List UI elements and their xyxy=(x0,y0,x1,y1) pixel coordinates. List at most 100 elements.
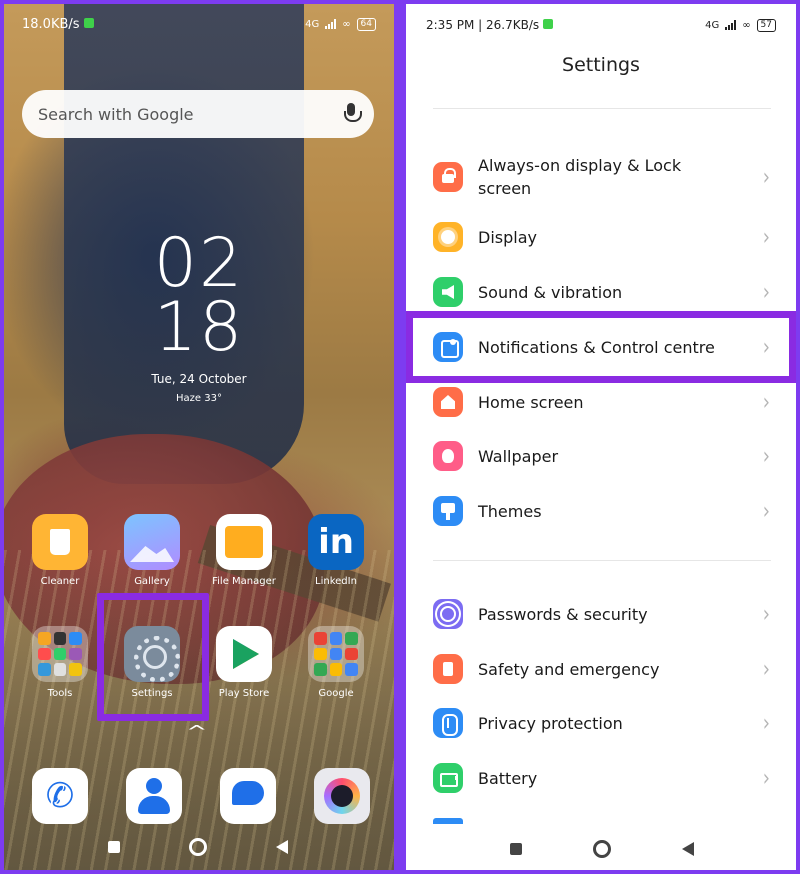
camera-icon[interactable] xyxy=(314,768,370,824)
settings-item-always-on-display[interactable]: Always-on display & Lock screen › xyxy=(406,149,796,205)
home-icon xyxy=(433,387,463,417)
chevron-right-icon: › xyxy=(762,388,770,416)
date-label: Tue, 24 October xyxy=(151,372,247,386)
nav-bar-right xyxy=(510,840,694,858)
settings-item-label: Always-on display & Lock screen xyxy=(478,156,682,198)
settings-item-label: Sound & vibration xyxy=(478,282,623,302)
gallery-icon xyxy=(124,514,180,570)
google-folder-icon xyxy=(308,626,364,682)
folder-tools[interactable]: Tools xyxy=(25,626,95,699)
folder-google[interactable]: Google xyxy=(301,626,371,699)
notifications-icon xyxy=(433,332,463,362)
app-gallery[interactable]: Gallery xyxy=(117,514,187,587)
app-file-manager[interactable]: File Manager xyxy=(209,514,279,587)
settings-item-privacy[interactable]: Privacy protection › xyxy=(406,708,796,738)
nav-bar-left xyxy=(108,838,288,856)
chevron-right-icon: › xyxy=(762,655,770,683)
chevron-right-icon: › xyxy=(762,333,770,361)
network-speed: 18.0KB/s xyxy=(22,16,80,32)
cleaner-icon xyxy=(32,514,88,570)
app-settings[interactable]: Settings xyxy=(117,626,187,699)
chevron-right-icon: › xyxy=(762,163,770,191)
clock-widget[interactable]: 02 18 xyxy=(144,230,254,367)
app-label: Settings xyxy=(131,688,173,699)
divider xyxy=(433,108,771,109)
settings-item-home-screen[interactable]: Home screen › xyxy=(406,387,796,417)
settings-item-partial xyxy=(406,818,796,824)
app-label: Google xyxy=(318,688,354,699)
home-button[interactable] xyxy=(593,840,611,858)
themes-icon xyxy=(433,496,463,526)
time-and-speed: 2:35 PM | 26.7KB/s xyxy=(426,18,540,32)
partial-item-icon xyxy=(433,818,463,824)
display-icon xyxy=(433,222,463,252)
app-label: Gallery xyxy=(134,576,170,587)
chevron-right-icon: › xyxy=(762,442,770,470)
recents-button[interactable] xyxy=(510,843,522,855)
network-type: 4G xyxy=(305,18,320,30)
phone-icon[interactable] xyxy=(32,768,88,824)
app-label: Cleaner xyxy=(40,576,80,587)
messages-icon[interactable] xyxy=(220,768,276,824)
link-icon: ∞ xyxy=(742,19,751,31)
page-title: Settings xyxy=(562,54,640,76)
settings-gear-icon xyxy=(124,626,180,682)
chevron-right-icon: › xyxy=(762,278,770,306)
settings-item-label: Battery xyxy=(478,768,538,788)
battery-indicator: 64 xyxy=(356,17,376,31)
link-icon: ∞ xyxy=(342,18,351,30)
app-cleaner[interactable]: Cleaner xyxy=(25,514,95,587)
back-button[interactable] xyxy=(276,840,288,854)
chevron-right-icon: › xyxy=(762,709,770,737)
settings-item-label: Safety and emergency xyxy=(478,659,660,679)
back-button[interactable] xyxy=(682,842,694,856)
app-play-store[interactable]: Play Store xyxy=(209,626,279,699)
app-label: File Manager xyxy=(212,576,276,587)
signal-icon xyxy=(725,20,737,30)
settings-item-passwords[interactable]: Passwords & security › xyxy=(406,599,796,629)
notification-dot-icon xyxy=(543,19,554,29)
settings-item-notifications[interactable]: Notifications & Control centre › xyxy=(406,332,796,362)
google-search-bar[interactable]: Search with Google xyxy=(22,90,374,138)
file-manager-icon xyxy=(216,514,272,570)
chevron-right-icon: › xyxy=(762,223,770,251)
notification-dot-icon xyxy=(83,17,94,28)
clock-minute: 18 xyxy=(153,288,245,367)
settings-item-wallpaper[interactable]: Wallpaper › xyxy=(406,441,796,471)
settings-item-themes[interactable]: Themes › xyxy=(406,496,796,526)
battery-indicator: 57 xyxy=(756,18,776,32)
settings-item-sound[interactable]: Sound & vibration › xyxy=(406,277,796,307)
status-bar: 2:35 PM | 26.7KB/s 4G ∞ 57 xyxy=(426,16,776,34)
settings-item-label: Notifications & Control centre xyxy=(478,337,715,357)
contacts-icon[interactable] xyxy=(126,768,182,824)
settings-screen: 2:35 PM | 26.7KB/s 4G ∞ 57 Settings Alwa… xyxy=(406,4,796,870)
safety-icon xyxy=(433,654,463,684)
tools-folder-icon xyxy=(32,626,88,682)
chevron-right-icon: › xyxy=(762,764,770,792)
chevron-right-icon: › xyxy=(762,497,770,525)
settings-item-label: Wallpaper xyxy=(478,446,559,466)
settings-item-label: Themes xyxy=(478,501,542,521)
settings-item-label: Privacy protection xyxy=(478,713,623,733)
settings-item-battery[interactable]: Battery › xyxy=(406,763,796,793)
sound-icon xyxy=(433,277,463,307)
settings-item-label: Passwords & security xyxy=(478,604,648,624)
home-button[interactable] xyxy=(189,838,207,856)
microphone-icon[interactable] xyxy=(344,103,362,125)
dock xyxy=(32,768,370,824)
search-placeholder: Search with Google xyxy=(38,104,194,124)
wallpaper-icon xyxy=(433,441,463,471)
battery-icon xyxy=(433,763,463,793)
linkedin-icon: in xyxy=(308,514,364,570)
app-linkedin[interactable]: in LinkedIn xyxy=(301,514,371,587)
settings-item-safety[interactable]: Safety and emergency › xyxy=(406,654,796,684)
settings-item-label: Home screen xyxy=(478,392,584,412)
recents-button[interactable] xyxy=(108,841,120,853)
privacy-icon xyxy=(433,708,463,738)
app-label: Play Store xyxy=(218,688,270,699)
home-screen: 18.0KB/s 4G ∞ 64 Search with Google 02 1… xyxy=(4,4,394,870)
app-label: LinkedIn xyxy=(315,576,357,587)
signal-icon xyxy=(325,19,337,29)
app-drawer-chevron-up-icon[interactable]: ^ xyxy=(186,722,207,741)
settings-item-display[interactable]: Display › xyxy=(406,222,796,252)
